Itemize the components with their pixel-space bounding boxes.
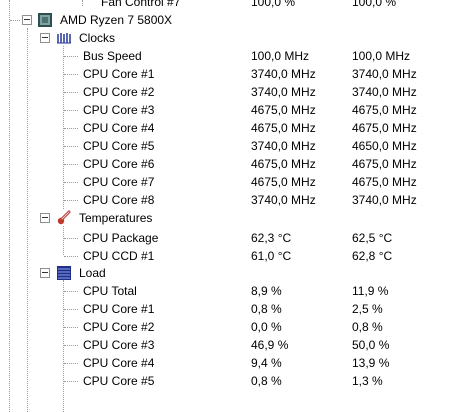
sensor-value: 4675,0 MHz xyxy=(251,157,316,171)
sensor-value: 3740,0 MHz xyxy=(251,67,316,81)
sensor-value: 9,4 % xyxy=(251,356,282,370)
sensor-max: 100,0 % xyxy=(352,0,397,9)
sensor-label: CPU Core #7 xyxy=(83,175,155,189)
tree-row-load-core3[interactable]: CPU Core #3 46,9 % 50,0 % xyxy=(0,336,451,354)
sensor-value: 0,8 % xyxy=(251,302,282,316)
tree-row-cpu-ccd1[interactable]: CPU CCD #1 61,0 °C 62,8 °C xyxy=(0,247,451,265)
sensor-label: CPU CCD #1 xyxy=(83,249,155,263)
sensor-label: CPU Core #4 xyxy=(83,356,155,370)
tree-row-fan-control[interactable]: Fan Control #7 100,0 % 100,0 % xyxy=(0,0,451,11)
sensor-max: 3740,0 MHz xyxy=(352,85,417,99)
sensor-label: Fan Control #7 xyxy=(101,0,181,9)
tree-row-clock-core6[interactable]: CPU Core #6 4675,0 MHz 4675,0 MHz xyxy=(0,155,451,173)
sensor-max: 50,0 % xyxy=(352,338,390,352)
tree-row-temperatures[interactable]: Temperatures xyxy=(0,209,451,227)
sensor-value: 0,0 % xyxy=(251,320,282,334)
sensor-label: CPU Total xyxy=(83,284,137,298)
sensor-label: Bus Speed xyxy=(83,49,142,63)
tree-row-clock-core8[interactable]: CPU Core #8 3740,0 MHz 3740,0 MHz xyxy=(0,191,451,209)
thermometer-icon xyxy=(57,210,71,225)
sensor-label: CPU Core #5 xyxy=(83,374,155,388)
tree-row-load-core5[interactable]: CPU Core #5 0,8 % 1,3 % xyxy=(0,372,451,390)
sensor-label: CPU Core #3 xyxy=(83,103,155,117)
tree-row-cpu[interactable]: AMD Ryzen 7 5800X xyxy=(0,11,451,29)
sensor-value: 46,9 % xyxy=(251,338,289,352)
sensor-max: 4675,0 MHz xyxy=(352,157,417,171)
sensor-value: 3740,0 MHz xyxy=(251,193,316,207)
tree-row-clock-core1[interactable]: CPU Core #1 3740,0 MHz 3740,0 MHz xyxy=(0,65,451,83)
sensor-max: 11,9 % xyxy=(352,284,389,298)
sensor-value: 4675,0 MHz xyxy=(251,103,316,117)
tree-row-cpu-total[interactable]: CPU Total 8,9 % 11,9 % xyxy=(0,282,451,300)
cpu-chip-icon xyxy=(38,13,52,27)
sensor-label: CPU Core #4 xyxy=(83,121,155,135)
sensor-max: 100,0 MHz xyxy=(352,49,411,63)
sensor-label: CPU Core #1 xyxy=(83,67,155,81)
sensor-max: 4675,0 MHz xyxy=(352,103,417,117)
sensor-max: 4675,0 MHz xyxy=(352,121,417,135)
clock-bars-icon xyxy=(57,33,71,44)
tree-row-bus-speed[interactable]: Bus Speed 100,0 MHz 100,0 MHz xyxy=(0,47,451,65)
group-title-load: Load xyxy=(79,266,106,280)
sensor-label: CPU Core #2 xyxy=(83,320,155,334)
sensor-value: 62,3 °C xyxy=(251,231,292,245)
sensor-max: 4675,0 MHz xyxy=(352,175,417,189)
sensor-max: 4650,0 MHz xyxy=(352,139,417,153)
group-title-temperatures: Temperatures xyxy=(79,211,153,225)
sensor-value: 0,8 % xyxy=(251,374,282,388)
sensor-max: 3740,0 MHz xyxy=(352,193,417,207)
group-title-clocks: Clocks xyxy=(79,31,116,45)
tree-row-load-core2[interactable]: CPU Core #2 0,0 % 0,8 % xyxy=(0,318,451,336)
sensor-label: CPU Core #3 xyxy=(83,338,155,352)
sensor-label: CPU Package xyxy=(83,231,159,245)
sensor-label: CPU Core #5 xyxy=(83,139,155,153)
sensor-max: 0,8 % xyxy=(352,320,383,334)
tree-row-clock-core3[interactable]: CPU Core #3 4675,0 MHz 4675,0 MHz xyxy=(0,101,451,119)
sensor-value: 8,9 % xyxy=(251,284,282,298)
sensor-value: 3740,0 MHz xyxy=(251,139,316,153)
collapse-toggle-cpu[interactable] xyxy=(22,15,32,25)
tree-row-clock-core4[interactable]: CPU Core #4 4675,0 MHz 4675,0 MHz xyxy=(0,119,451,137)
tree-row-load-core1[interactable]: CPU Core #1 0,8 % 2,5 % xyxy=(0,300,451,318)
sensor-value: 100,0 MHz xyxy=(251,49,310,63)
sensor-max: 3740,0 MHz xyxy=(352,67,417,81)
sensor-value: 3740,0 MHz xyxy=(251,85,316,99)
sensor-max: 2,5 % xyxy=(352,302,383,316)
tree-row-load[interactable]: Load xyxy=(0,264,451,282)
sensor-label: CPU Core #1 xyxy=(83,302,155,316)
collapse-toggle-temperatures[interactable] xyxy=(40,213,50,223)
sensor-max: 62,5 °C xyxy=(352,231,393,245)
tree-row-clock-core7[interactable]: CPU Core #7 4675,0 MHz 4675,0 MHz xyxy=(0,173,451,191)
load-bars-icon xyxy=(57,266,71,280)
sensor-value: 61,0 °C xyxy=(251,249,292,263)
collapse-toggle-clocks[interactable] xyxy=(40,33,50,43)
sensor-max: 1,3 % xyxy=(352,374,383,388)
sensor-max: 13,9 % xyxy=(352,356,390,370)
sensor-tree: Fan Control #7 100,0 % 100,0 % AMD Ryzen… xyxy=(0,0,451,412)
tree-row-load-core4[interactable]: CPU Core #4 9,4 % 13,9 % xyxy=(0,354,451,372)
sensor-value: 4675,0 MHz xyxy=(251,175,316,189)
tree-row-cpu-package[interactable]: CPU Package 62,3 °C 62,5 °C xyxy=(0,229,451,247)
sensor-label: CPU Core #2 xyxy=(83,85,155,99)
collapse-toggle-load[interactable] xyxy=(40,268,50,278)
sensor-value: 100,0 % xyxy=(251,0,296,9)
sensor-label: CPU Core #6 xyxy=(83,157,155,171)
sensor-max: 62,8 °C xyxy=(352,249,393,263)
sensor-value: 4675,0 MHz xyxy=(251,121,316,135)
cpu-name: AMD Ryzen 7 5800X xyxy=(60,13,173,27)
sensor-label: CPU Core #8 xyxy=(83,193,155,207)
tree-row-clock-core5[interactable]: CPU Core #5 3740,0 MHz 4650,0 MHz xyxy=(0,137,451,155)
tree-row-clock-core2[interactable]: CPU Core #2 3740,0 MHz 3740,0 MHz xyxy=(0,83,451,101)
tree-row-clocks[interactable]: Clocks xyxy=(0,29,451,47)
